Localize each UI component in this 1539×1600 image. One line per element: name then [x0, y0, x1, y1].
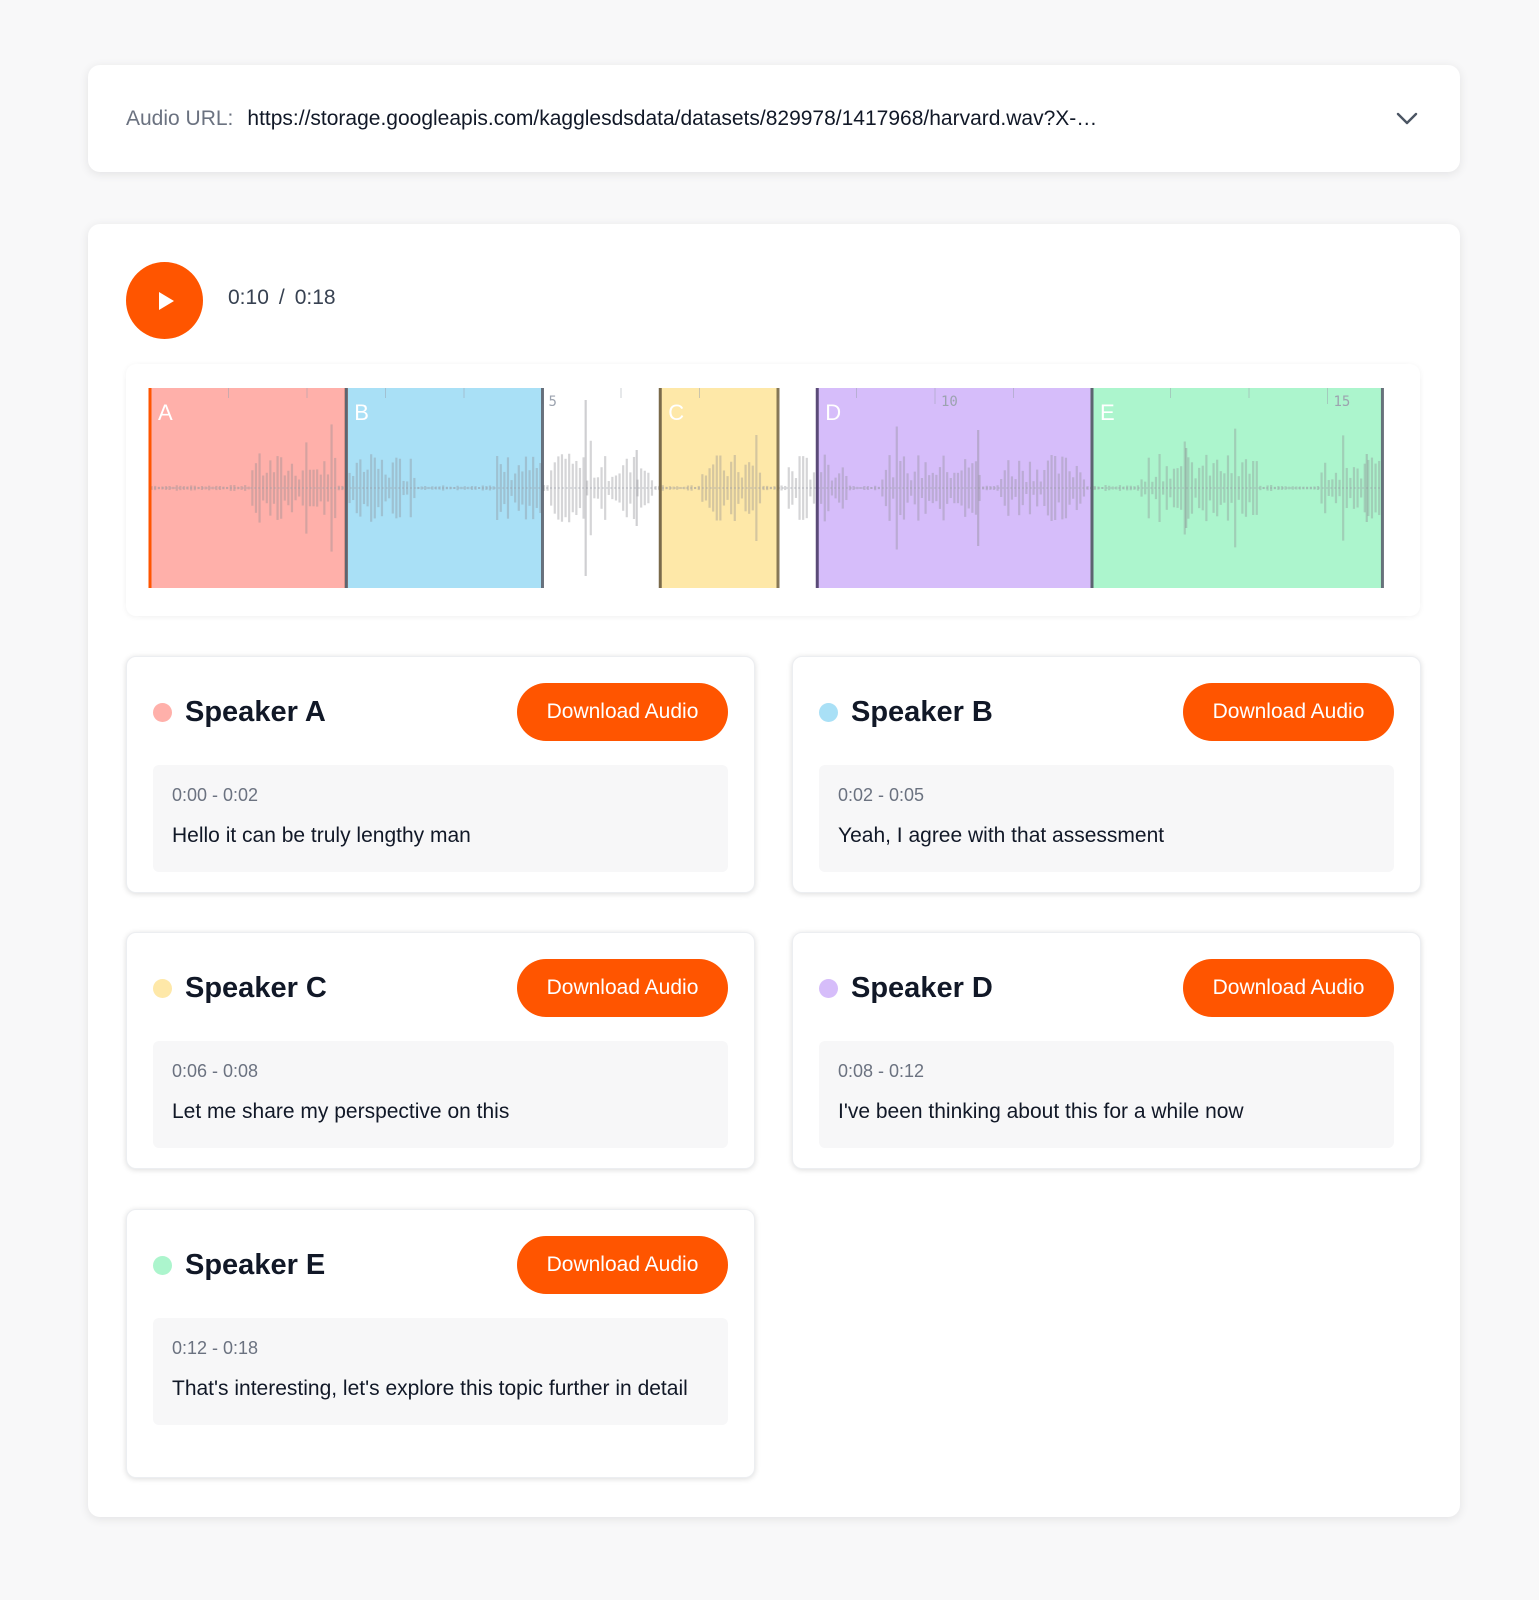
- region-end-handle: [541, 388, 544, 588]
- speaker-color-dot: [153, 979, 172, 998]
- segment-text: Yeah, I agree with that assessment: [838, 824, 1165, 847]
- speaker-card: Speaker D Download Audio 0:08 - 0:12 I'v…: [792, 932, 1421, 1169]
- transcript-segment[interactable]: 0:06 - 0:08 Let me share my perspective …: [153, 1041, 728, 1148]
- transcript-segment[interactable]: 0:00 - 0:02 Hello it can be truly length…: [153, 765, 728, 872]
- speaker-name: Speaker E: [185, 1249, 326, 1281]
- segment-time: 0:00 - 0:02: [172, 785, 259, 805]
- segment-text: That's interesting, let's explore this t…: [172, 1377, 688, 1400]
- timeline-label: 15: [1334, 394, 1351, 410]
- segment-time: 0:06 - 0:08: [172, 1061, 259, 1081]
- region-label: A: [158, 400, 173, 425]
- play-icon: [158, 291, 174, 310]
- speaker-name: Speaker C: [185, 972, 327, 1004]
- audio-url-value[interactable]: https://storage.googleapis.com/kagglesds…: [247, 107, 1097, 131]
- speaker-name: Speaker D: [851, 972, 993, 1004]
- download-audio-button[interactable]: Download Audio: [1183, 959, 1394, 1017]
- audio-url-bar[interactable]: Audio URL: https://storage.googleapis.co…: [88, 65, 1460, 172]
- player-panel: 0:10 / 0:18 5 10 15 A B C D E Speaker A Downloa…: [88, 224, 1460, 1517]
- region-start-handle: [344, 388, 348, 588]
- segment-text: Let me share my perspective on this: [172, 1100, 510, 1123]
- speaker-color-dot: [819, 703, 838, 722]
- region-label: D: [825, 400, 841, 425]
- region-start-handle: [658, 388, 662, 588]
- download-audio-button[interactable]: Download Audio: [517, 683, 728, 741]
- region-end-handle: [776, 388, 780, 588]
- speaker-name: Speaker B: [851, 696, 993, 728]
- speaker-color-dot: [819, 979, 838, 998]
- speaker-card: Speaker E Download Audio 0:12 - 0:18 Tha…: [126, 1209, 755, 1478]
- download-audio-button[interactable]: Download Audio: [517, 959, 728, 1017]
- transcript-segment[interactable]: 0:12 - 0:18 That's interesting, let's ex…: [153, 1318, 728, 1425]
- speaker-card: Speaker A Download Audio 0:00 - 0:02 Hel…: [126, 656, 755, 893]
- waveform-canvas[interactable]: 5 10 15 A B C D E: [126, 364, 1420, 616]
- chevron-down-icon[interactable]: [1394, 105, 1420, 131]
- transcript-segment[interactable]: 0:02 - 0:05 Yeah, I agree with that asse…: [819, 765, 1394, 872]
- speaker-card: Speaker C Download Audio 0:06 - 0:08 Let…: [126, 932, 755, 1169]
- timeline-label: 10: [941, 394, 958, 410]
- time-display: 0:10 / 0:18: [228, 286, 336, 310]
- speaker-card: Speaker B Download Audio 0:02 - 0:05 Yea…: [792, 656, 1421, 893]
- speaker-color-dot: [153, 703, 172, 722]
- region-label: C: [668, 400, 684, 425]
- region-start-handle: [1090, 388, 1094, 588]
- region-end-handle: [1380, 388, 1384, 588]
- region-start-handle: [148, 388, 152, 588]
- region-label: E: [1100, 400, 1115, 425]
- segment-time: 0:08 - 0:12: [838, 1061, 925, 1081]
- current-time: 0:10: [228, 286, 269, 309]
- download-audio-button[interactable]: Download Audio: [1183, 683, 1394, 741]
- timeline-label: 5: [549, 394, 557, 410]
- region-label: B: [354, 400, 369, 425]
- audio-url-label: Audio URL:: [126, 106, 234, 130]
- transcript-segment[interactable]: 0:08 - 0:12 I've been thinking about thi…: [819, 1041, 1394, 1148]
- duration: 0:18: [294, 286, 336, 309]
- waveform[interactable]: 5 10 15 A B C D E: [126, 364, 1420, 616]
- time-separator: /: [278, 286, 285, 309]
- segment-text: Hello it can be truly lengthy man: [172, 824, 471, 847]
- download-audio-button[interactable]: Download Audio: [517, 1236, 728, 1294]
- segment-text: I've been thinking about this for a whil…: [838, 1100, 1244, 1123]
- speaker-name: Speaker A: [185, 696, 326, 728]
- region-start-handle: [815, 388, 819, 588]
- play-button[interactable]: [126, 262, 203, 339]
- speaker-color-dot: [153, 1256, 172, 1275]
- segment-time: 0:02 - 0:05: [838, 785, 925, 805]
- segment-time: 0:12 - 0:18: [172, 1338, 259, 1358]
